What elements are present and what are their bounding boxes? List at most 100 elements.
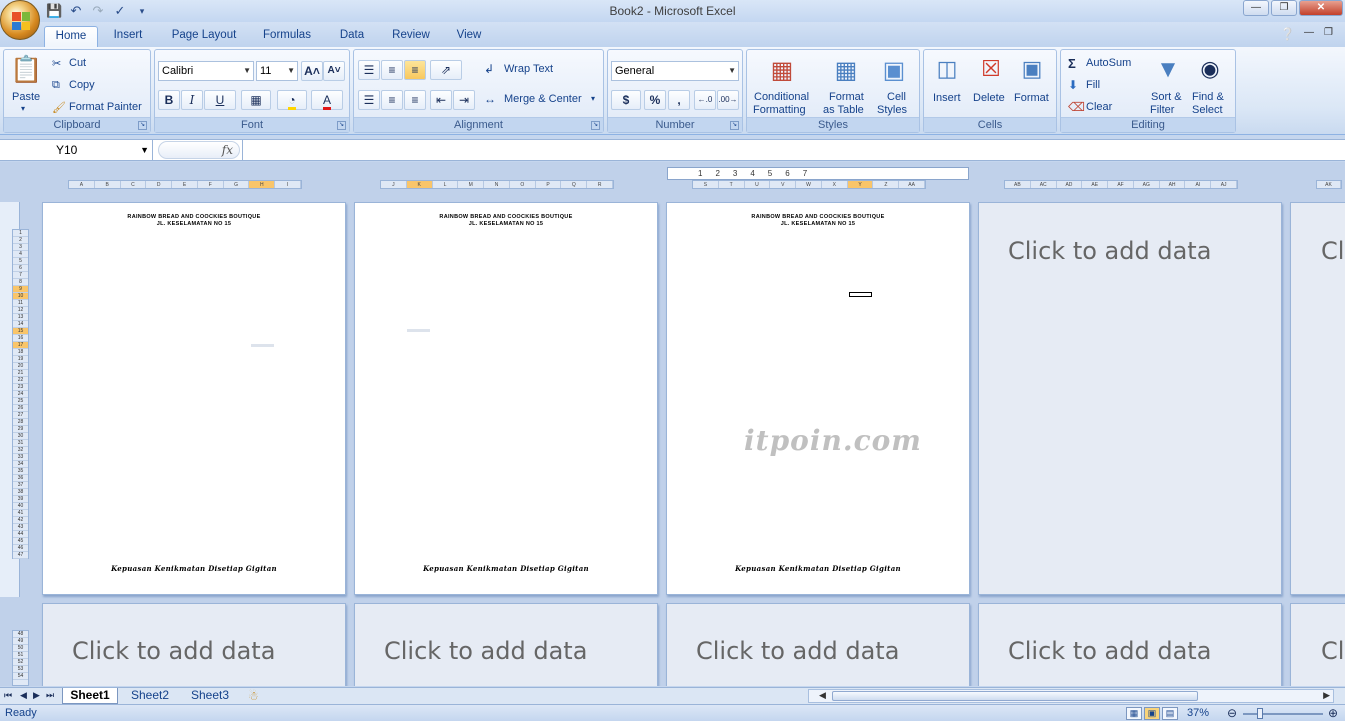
cell-styles-icon[interactable]: ▣ [879,56,909,86]
row-header[interactable]: 11 [13,300,28,307]
borders-button[interactable]: ▦ [241,90,271,110]
italic-button[interactable]: I [181,90,203,110]
format-as-table-label-1[interactable]: Format [829,91,864,103]
printed-page-2[interactable]: RAINBOW BREAD AND COOCKIES BOUTIQUE JL. … [354,202,658,595]
printed-page-1[interactable]: RAINBOW BREAD AND COOCKIES BOUTIQUE JL. … [42,202,346,595]
first-sheet-icon[interactable]: ⏮ [4,690,12,701]
delete-cells-icon[interactable]: ☒ [976,56,1006,86]
cut-button[interactable]: Cut [69,57,86,69]
click-to-add-data[interactable]: Click to add data [384,637,587,665]
tab-review[interactable]: Review [386,26,436,47]
click-to-add-data[interactable]: Cli [1321,637,1345,665]
column-header[interactable]: AC [1031,181,1057,188]
align-bottom-icon[interactable]: ≡ [404,60,426,80]
prev-sheet-icon[interactable]: ◀ [20,690,27,701]
row-header[interactable]: 31 [13,440,28,447]
zoom-slider[interactable] [1243,713,1323,715]
find-select-label-2[interactable]: Select [1192,104,1223,116]
row-header[interactable]: 8 [13,279,28,286]
row-header[interactable]: 41 [13,510,28,517]
column-header[interactable]: L [433,181,459,188]
row-header[interactable]: 35 [13,468,28,475]
row-header[interactable]: 10 [13,293,28,300]
autosum-icon[interactable]: Σ [1068,56,1076,71]
ribbon-minimize-icon[interactable]: — [1304,27,1314,38]
row-header[interactable]: 9 [13,286,28,293]
grow-font-button[interactable]: A˄ [301,61,323,81]
row-header[interactable]: 48 [13,631,28,638]
horizontal-ruler[interactable]: 1234567 [667,167,969,180]
click-to-add-data[interactable]: Click to add data [696,637,899,665]
copy-icon[interactable]: ⧉ [52,79,60,92]
row-header[interactable]: 24 [13,391,28,398]
column-header[interactable]: AA [899,181,926,188]
fill-button[interactable]: Fill [1086,79,1100,91]
restore-button[interactable]: ❐ [1271,0,1297,16]
undo-icon[interactable]: ↶ [68,3,84,19]
conditional-formatting-label-1[interactable]: Conditional [754,91,809,103]
format-painter-button[interactable]: Format Painter [69,101,142,113]
row-header[interactable]: 51 [13,652,28,659]
format-painter-icon[interactable]: 🖌 [52,101,66,114]
column-header[interactable]: AE [1082,181,1109,188]
row-header[interactable]: 18 [13,349,28,356]
row-header[interactable]: 2 [13,237,28,244]
column-header[interactable]: AK [1317,181,1341,188]
click-to-add-data[interactable]: Click to add data [1008,637,1211,665]
row-header[interactable]: 45 [13,538,28,545]
row-header[interactable]: 39 [13,496,28,503]
column-header[interactable]: Z [873,181,900,188]
conditional-formatting-icon[interactable]: ▦ [767,56,797,86]
office-button[interactable] [0,0,40,40]
align-middle-icon[interactable]: ≡ [381,60,403,80]
zoom-in-icon[interactable]: ⊕ [1328,706,1338,720]
row-header[interactable]: 7 [13,272,28,279]
column-header[interactable]: H [249,181,276,188]
empty-page[interactable]: Cli [1290,202,1345,595]
font-name-select[interactable]: Calibri ▼ [158,61,254,81]
click-to-add-data[interactable]: Click to add data [1008,237,1211,265]
name-box[interactable]: Y10 ▼ [0,140,153,160]
underline-button[interactable]: U [204,90,236,110]
merge-center-icon[interactable]: ↔ [484,92,496,106]
row-header[interactable]: 14 [13,321,28,328]
insert-cells-icon[interactable]: ◫ [932,56,962,86]
row-header[interactable]: 44 [13,531,28,538]
clear-icon[interactable]: ⌫ [1068,100,1085,114]
wrap-text-icon[interactable]: ↲ [484,62,494,76]
zoom-level[interactable]: 37% [1187,707,1209,719]
column-header[interactable]: U [745,181,771,188]
row-header[interactable]: 30 [13,433,28,440]
row-header[interactable]: 40 [13,503,28,510]
row-header[interactable]: 4 [13,251,28,258]
last-sheet-icon[interactable]: ⏭ [46,690,54,701]
row-header[interactable]: 16 [13,335,28,342]
align-center-icon[interactable]: ≡ [381,90,403,110]
row-header[interactable]: 5 [13,258,28,265]
wrap-text-button[interactable]: Wrap Text [504,63,553,75]
page-break-view-icon[interactable]: ▤ [1162,707,1178,720]
row-header[interactable]: 15 [13,328,28,335]
column-header[interactable]: J [381,181,407,188]
save-icon[interactable]: 💾 [46,3,62,19]
fill-icon[interactable]: ⬇ [1068,78,1078,92]
column-header[interactable]: W [796,181,822,188]
scrollbar-thumb[interactable] [832,691,1198,701]
column-header[interactable]: S [693,181,719,188]
click-to-add-data[interactable]: Cli [1321,237,1345,265]
column-header[interactable]: AF [1108,181,1134,188]
empty-page[interactable]: Click to add data [42,603,346,686]
column-header[interactable]: AD [1057,181,1083,188]
comma-button[interactable]: , [668,90,690,110]
decrease-decimal-icon[interactable]: .00→ [717,90,739,110]
row-header[interactable]: 36 [13,475,28,482]
number-launcher-icon[interactable]: ↘ [730,121,739,130]
column-header[interactable]: B [95,181,121,188]
formula-input[interactable] [242,140,1345,160]
column-header[interactable]: AH [1160,181,1186,188]
row-header[interactable]: 33 [13,454,28,461]
cell-styles-label-2[interactable]: Styles [877,104,907,116]
empty-page[interactable]: Click to add data [978,202,1282,595]
alignment-launcher-icon[interactable]: ↘ [591,121,600,130]
column-header[interactable]: C [121,181,147,188]
